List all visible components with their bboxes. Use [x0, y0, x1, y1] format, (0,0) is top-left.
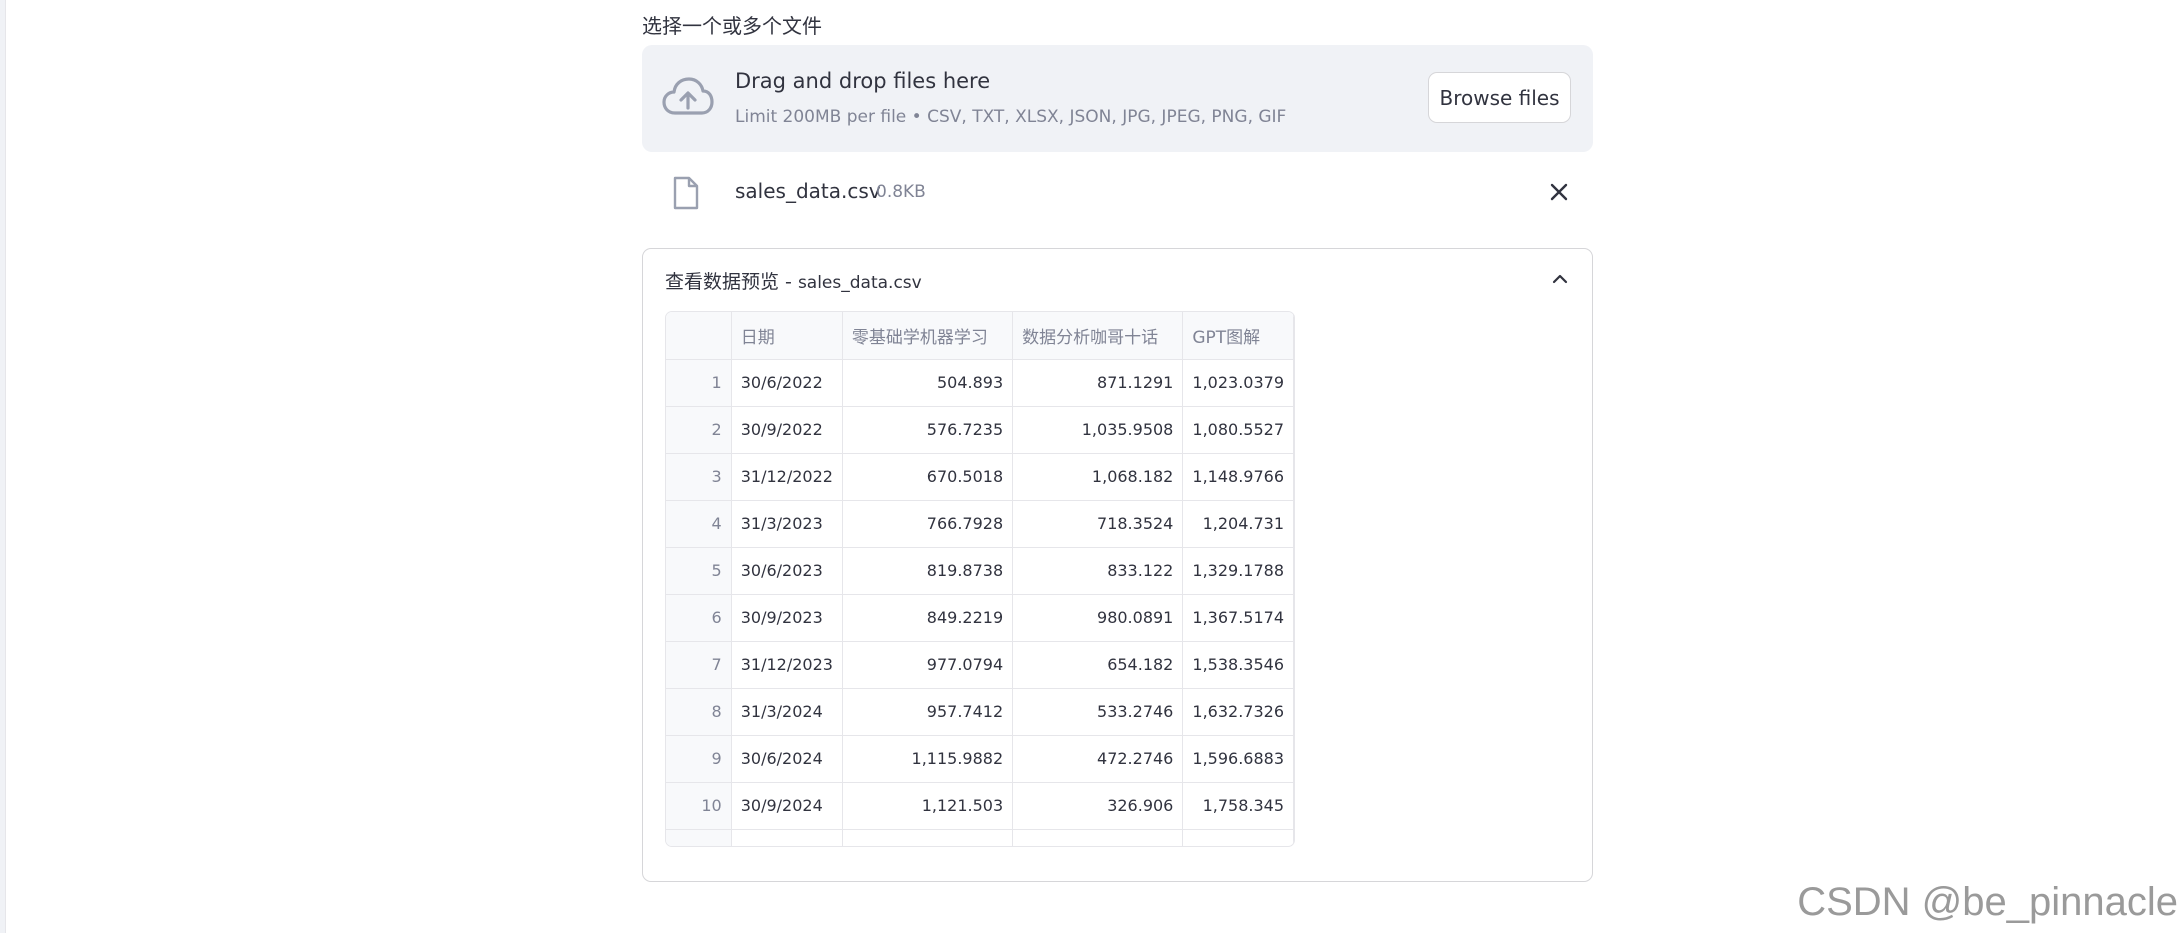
file-dropzone[interactable]: Drag and drop files here Limit 200MB per…: [642, 45, 1593, 152]
row-index: 2: [666, 406, 732, 454]
table-row: 9 30/6/2024 1,115.9882 472.2746 1,596.6883: [666, 735, 1294, 783]
browse-files-button[interactable]: Browse files: [1428, 72, 1571, 123]
cell-ml[interactable]: 977.0794: [842, 641, 1014, 689]
cell-gpt[interactable]: 1,538.3546: [1182, 641, 1294, 689]
table-header-row: 日期 零基础学机器学习 数据分析咖哥十话 GPT图解: [666, 312, 1294, 360]
dropzone-limits: Limit 200MB per file • CSV, TXT, XLSX, J…: [735, 107, 1287, 127]
cell-date[interactable]: 30/6/2023: [731, 547, 843, 595]
table-row: 6 30/9/2023 849.2219 980.0891 1,367.5174: [666, 594, 1294, 642]
row-index: 4: [666, 500, 732, 548]
cell-date[interactable]: 30/6/2022: [731, 359, 843, 407]
table-row-partial: [666, 829, 1294, 846]
uploaded-file-row: sales_data.csv 0.8KB: [642, 160, 1593, 226]
cell-ml[interactable]: 957.7412: [842, 688, 1014, 736]
data-grid[interactable]: 日期 零基础学机器学习 数据分析咖哥十话 GPT图解 1 30/6/2022 504…: [665, 311, 1295, 847]
left-edge-divider: [0, 0, 6, 933]
row-index: 8: [666, 688, 732, 736]
row-index: 10: [666, 782, 732, 830]
cell-ml[interactable]: 670.5018: [842, 453, 1014, 501]
cell-da[interactable]: 326.906: [1012, 782, 1184, 830]
expander-title-file: sales_data.csv: [797, 273, 922, 293]
row-index: 3: [666, 453, 732, 501]
cell-gpt[interactable]: 1,023.0379: [1182, 359, 1294, 407]
expander-title-prefix: 查看数据预览 -: [665, 271, 798, 293]
cell-date[interactable]: 30/9/2022: [731, 406, 843, 454]
table-row: 10 30/9/2024 1,121.503 326.906 1,758.345: [666, 782, 1294, 830]
expander-header[interactable]: 查看数据预览 - sales_data.csv: [665, 267, 922, 294]
cell-ml[interactable]: 576.7235: [842, 406, 1014, 454]
column-header-date[interactable]: 日期: [731, 312, 843, 360]
uploaded-file-name: sales_data.csv: [735, 179, 881, 203]
cell-ml[interactable]: 1,121.503: [842, 782, 1014, 830]
cell-date[interactable]: 31/3/2024: [731, 688, 843, 736]
cell-date[interactable]: 30/9/2023: [731, 594, 843, 642]
row-index: 7: [666, 641, 732, 689]
cloud-upload-icon: [662, 77, 714, 115]
watermark: CSDN @be_pinnacle: [1797, 880, 2178, 924]
cell-ml[interactable]: 1,115.9882: [842, 735, 1014, 783]
cell-date[interactable]: 30/6/2024: [731, 735, 843, 783]
cell-gpt[interactable]: 1,329.1788: [1182, 547, 1294, 595]
cell-da[interactable]: 654.182: [1012, 641, 1184, 689]
cell-ml[interactable]: 766.7928: [842, 500, 1014, 548]
row-index: 6: [666, 594, 732, 642]
cell-da[interactable]: 472.2746: [1012, 735, 1184, 783]
table-row: 4 31/3/2023 766.7928 718.3524 1,204.731: [666, 500, 1294, 548]
uploader-label: 选择一个或多个文件: [642, 14, 822, 38]
file-icon: [673, 176, 699, 210]
cell-ml[interactable]: 819.8738: [842, 547, 1014, 595]
cell-da[interactable]: 1,035.9508: [1012, 406, 1184, 454]
data-preview-expander: 查看数据预览 - sales_data.csv 日期 零基础学机器学习 数据分析…: [642, 248, 1593, 882]
row-index: 1: [666, 359, 732, 407]
cell-gpt[interactable]: 1,204.731: [1182, 500, 1294, 548]
column-header-index[interactable]: [666, 312, 732, 360]
table-row: 8 31/3/2024 957.7412 533.2746 1,632.7326: [666, 688, 1294, 736]
chevron-up-icon[interactable]: [1550, 269, 1570, 289]
close-icon[interactable]: [1547, 180, 1571, 204]
cell-date[interactable]: 30/9/2024: [731, 782, 843, 830]
column-header-gpt[interactable]: GPT图解: [1182, 312, 1294, 360]
cell-da[interactable]: 1,068.182: [1012, 453, 1184, 501]
cell-da[interactable]: 533.2746: [1012, 688, 1184, 736]
row-index: 9: [666, 735, 732, 783]
cell-date[interactable]: 31/12/2023: [731, 641, 843, 689]
column-header-da[interactable]: 数据分析咖哥十话: [1012, 312, 1184, 360]
cell-gpt[interactable]: 1,148.9766: [1182, 453, 1294, 501]
column-header-ml[interactable]: 零基础学机器学习: [842, 312, 1014, 360]
cell-ml[interactable]: 504.893: [842, 359, 1014, 407]
cell-date[interactable]: 31/12/2022: [731, 453, 843, 501]
dropzone-title: Drag and drop files here: [735, 69, 991, 93]
cell-gpt[interactable]: 1,367.5174: [1182, 594, 1294, 642]
cell-gpt[interactable]: 1,758.345: [1182, 782, 1294, 830]
cell-ml[interactable]: 849.2219: [842, 594, 1014, 642]
table-row: 2 30/9/2022 576.7235 1,035.9508 1,080.5527: [666, 406, 1294, 454]
row-index: 5: [666, 547, 732, 595]
cell-da[interactable]: 718.3524: [1012, 500, 1184, 548]
cell-da[interactable]: 871.1291: [1012, 359, 1184, 407]
cell-gpt[interactable]: 1,080.5527: [1182, 406, 1294, 454]
uploaded-file-size: 0.8KB: [876, 182, 926, 202]
data-table: 日期 零基础学机器学习 数据分析咖哥十话 GPT图解 1 30/6/2022 504…: [666, 312, 1294, 846]
table-row: 3 31/12/2022 670.5018 1,068.182 1,148.9766: [666, 453, 1294, 501]
table-row: 5 30/6/2023 819.8738 833.122 1,329.1788: [666, 547, 1294, 595]
cell-gpt[interactable]: 1,632.7326: [1182, 688, 1294, 736]
cell-date[interactable]: 31/3/2023: [731, 500, 843, 548]
cell-gpt[interactable]: 1,596.6883: [1182, 735, 1294, 783]
table-row: 1 30/6/2022 504.893 871.1291 1,023.0379: [666, 359, 1294, 407]
cell-da[interactable]: 833.122: [1012, 547, 1184, 595]
cell-da[interactable]: 980.0891: [1012, 594, 1184, 642]
table-row: 7 31/12/2023 977.0794 654.182 1,538.3546: [666, 641, 1294, 689]
